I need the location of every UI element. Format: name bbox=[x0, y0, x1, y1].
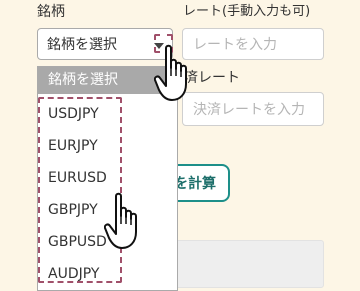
symbol-select[interactable]: 銘柄を選択 bbox=[37, 28, 173, 60]
hand-pointer-icon bbox=[104, 192, 148, 254]
rate-input[interactable]: レートを入力 bbox=[182, 28, 324, 60]
symbol-select-value: 銘柄を選択 bbox=[47, 37, 117, 53]
symbol-label: 銘柄 bbox=[37, 4, 65, 20]
calculate-button-label: を計算 bbox=[174, 176, 216, 192]
options-highlight-box bbox=[38, 97, 122, 283]
hand-pointer-icon bbox=[154, 44, 198, 104]
settle-rate-input[interactable]: 決済レートを入力 bbox=[182, 92, 324, 126]
rate-label: レート(手動入力も可) bbox=[183, 4, 311, 19]
